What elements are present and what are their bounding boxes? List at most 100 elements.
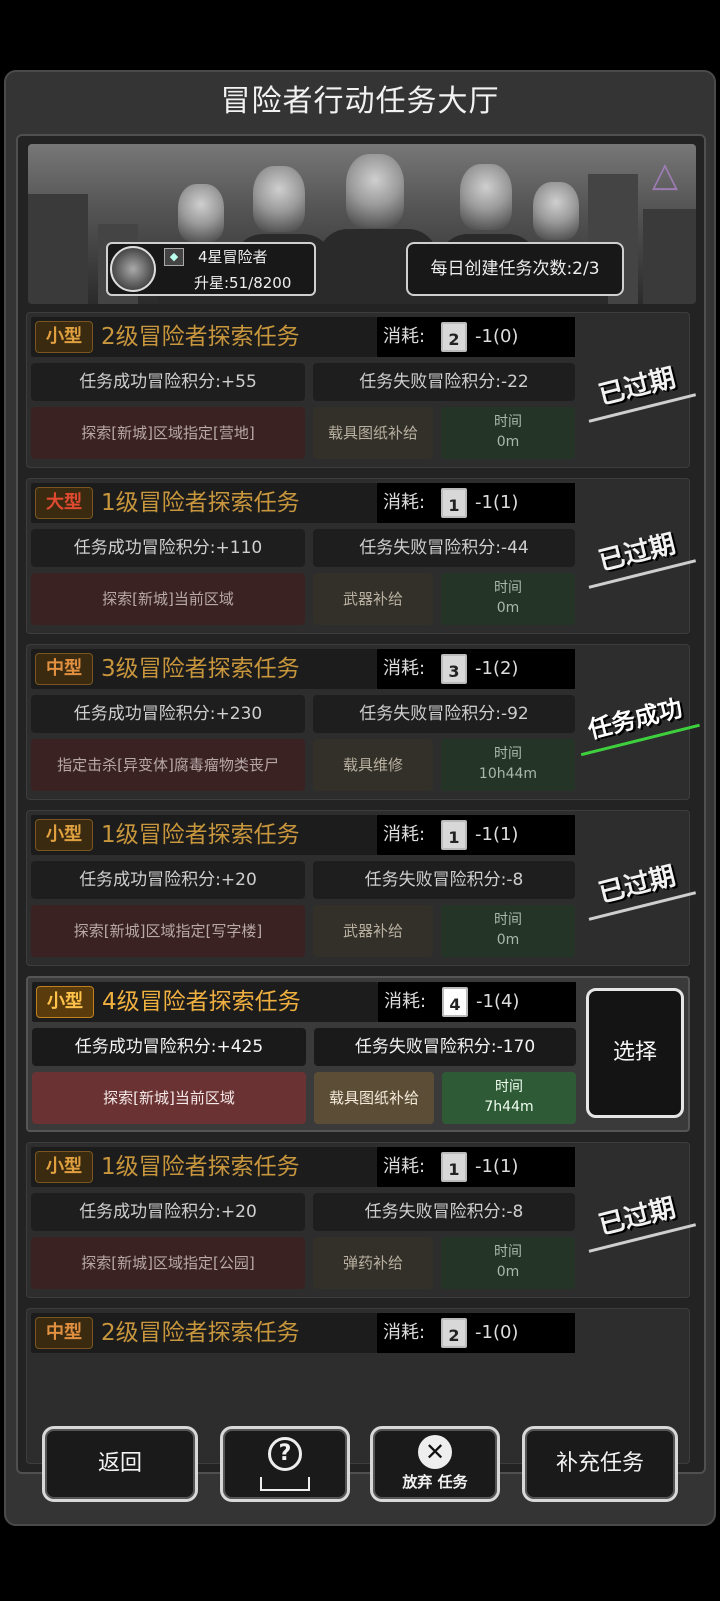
task-location: 探索[新城]区域指定[写字楼] — [31, 905, 305, 957]
task-location: 探索[新城]区域指定[公园] — [31, 1237, 305, 1289]
question-icon: ? — [268, 1437, 302, 1471]
time-value: 10h44m — [478, 766, 538, 782]
time-label: 时间 — [494, 580, 522, 596]
success-score: 任务成功冒险积分:+55 — [31, 363, 305, 401]
task-name: 2级冒险者探索任务 — [101, 1320, 300, 1346]
size-badge: 小型 — [36, 986, 94, 1018]
cost-value: -1(0) — [475, 326, 519, 347]
help-button[interactable]: ? — [220, 1426, 350, 1502]
time-value: 0m — [496, 434, 520, 450]
task-reward: 载具维修 — [313, 739, 433, 791]
time-label: 时间 — [494, 746, 522, 762]
time-value: 0m — [496, 600, 520, 616]
task-card[interactable]: 小型 2级冒险者探索任务 消耗: 2 -1(0) 任务成功冒险积分:+55 任务… — [26, 312, 697, 468]
task-name: 2级冒险者探索任务 — [101, 324, 300, 350]
level-card-icon: 2 — [441, 1318, 467, 1348]
level-card-icon: 3 — [441, 654, 467, 684]
abandon-label-b: 任务 — [437, 1473, 468, 1491]
task-reward: 武器补给 — [313, 905, 433, 957]
success-score: 任务成功冒险积分:+20 — [31, 861, 305, 899]
task-location: 探索[新城]当前区域 — [31, 573, 305, 625]
faction-icon: △ — [651, 155, 679, 195]
task-name: 4级冒险者探索任务 — [102, 989, 301, 1015]
abandon-label-a: 放弃 — [402, 1473, 433, 1491]
task-header: 中型 2级冒险者探索任务 — [31, 1313, 377, 1353]
success-score: 任务成功冒险积分:+425 — [32, 1028, 306, 1066]
task-card-active[interactable]: 小型 4级冒险者探索任务 消耗: 4 -1(4) 任务成功冒险积分:+425 任… — [26, 976, 690, 1132]
task-card[interactable]: 小型 1级冒险者探索任务 消耗: 1 -1(1) 任务成功冒险积分:+20 任务… — [26, 810, 697, 966]
fail-score: 任务失败冒险积分:-170 — [314, 1028, 576, 1066]
cost-label: 消耗: — [384, 991, 427, 1012]
cost-label: 消耗: — [383, 824, 426, 845]
task-header: 小型 4级冒险者探索任务 — [32, 982, 378, 1022]
cost-value: -1(0) — [475, 1322, 519, 1343]
cost-value: -1(1) — [475, 492, 519, 513]
size-badge: 中型 — [35, 1317, 93, 1349]
fail-score: 任务失败冒险积分:-22 — [313, 363, 575, 401]
cost-value: -1(1) — [475, 824, 519, 845]
task-name: 3级冒险者探索任务 — [101, 656, 300, 682]
task-name: 1级冒险者探索任务 — [101, 490, 300, 516]
time-box: 时间 0m — [441, 905, 575, 957]
time-label: 时间 — [495, 1079, 523, 1095]
status-text: 任务成功 — [585, 693, 686, 745]
task-location: 探索[新城]当前区域 — [32, 1072, 306, 1124]
task-reward: 载具图纸补给 — [313, 407, 433, 459]
size-badge: 大型 — [35, 487, 93, 519]
cost-label: 消耗: — [383, 492, 426, 513]
task-hall-panel: 冒险者行动任务大厅 △ ◆ 4星冒险者 升星:51/8200 每日创建任务次数:… — [4, 70, 716, 1526]
task-reward: 载具图纸补给 — [314, 1072, 434, 1124]
task-card[interactable]: 中型 3级冒险者探索任务 消耗: 3 -1(2) 任务成功冒险积分:+230 任… — [26, 644, 700, 800]
back-button[interactable]: 返回 — [42, 1426, 198, 1502]
task-frame: △ ◆ 4星冒险者 升星:51/8200 每日创建任务次数:2/3 小型 2级冒… — [16, 134, 706, 1474]
task-location: 探索[新城]区域指定[营地] — [31, 407, 305, 459]
fail-score: 任务失败冒险积分:-8 — [313, 861, 575, 899]
fail-score: 任务失败冒险积分:-8 — [313, 1193, 575, 1231]
level-card-icon: 1 — [441, 488, 467, 518]
level-card-icon: 4 — [442, 987, 468, 1017]
success-score: 任务成功冒险积分:+110 — [31, 529, 305, 567]
abandon-label: 放弃 任务 — [373, 1471, 497, 1493]
expired-stamp: 已过期 — [580, 524, 697, 589]
expired-stamp: 已过期 — [580, 1188, 697, 1253]
time-value: 0m — [496, 1264, 520, 1280]
task-card[interactable]: 大型 1级冒险者探索任务 消耗: 1 -1(1) 任务成功冒险积分:+110 任… — [26, 478, 697, 634]
task-header: 小型 2级冒险者探索任务 — [31, 317, 377, 357]
cost-label: 消耗: — [383, 326, 426, 347]
level-card-icon: 1 — [441, 1152, 467, 1182]
cost-label: 消耗: — [383, 658, 426, 679]
cost-label: 消耗: — [383, 1322, 426, 1343]
task-header: 大型 1级冒险者探索任务 — [31, 483, 377, 523]
cost-value: -1(1) — [475, 1156, 519, 1177]
task-name: 1级冒险者探索任务 — [101, 822, 300, 848]
cost-box: 消耗: 1 -1(1) — [377, 483, 575, 523]
cost-value: -1(4) — [476, 991, 520, 1012]
task-header: 小型 1级冒险者探索任务 — [31, 815, 377, 855]
status-text: 已过期 — [595, 529, 679, 578]
cost-box: 消耗: 2 -1(0) — [377, 317, 575, 357]
time-box: 时间 0m — [441, 573, 575, 625]
abandon-task-button[interactable]: ✕ 放弃 任务 — [370, 1426, 500, 1502]
time-box: 时间 10h44m — [441, 739, 575, 791]
task-header: 小型 1级冒险者探索任务 — [31, 1147, 377, 1187]
upstar-progress: 升星:51/8200 — [194, 274, 292, 292]
time-label: 时间 — [494, 912, 522, 928]
status-text: 已过期 — [595, 1193, 679, 1242]
time-label: 时间 — [494, 1244, 522, 1260]
cost-value: -1(2) — [475, 658, 519, 679]
level-card-icon: 2 — [441, 322, 467, 352]
time-box: 时间 0m — [441, 1237, 575, 1289]
task-card[interactable]: 小型 1级冒险者探索任务 消耗: 1 -1(1) 任务成功冒险积分:+20 任务… — [26, 1142, 697, 1298]
avatar[interactable] — [110, 246, 156, 292]
replenish-tasks-button[interactable]: 补充任务 — [522, 1426, 678, 1502]
task-location: 指定击杀[异变体]腐毒瘤物类丧尸 — [31, 739, 305, 791]
task-reward: 武器补给 — [313, 573, 433, 625]
player-info[interactable]: ◆ 4星冒险者 升星:51/8200 — [106, 242, 316, 296]
select-button[interactable]: 选择 — [586, 988, 684, 1118]
cost-label: 消耗: — [383, 1156, 426, 1177]
gem-icon: ◆ — [164, 248, 184, 266]
player-rank: 4星冒险者 — [198, 248, 268, 266]
task-header: 中型 3级冒险者探索任务 — [31, 649, 377, 689]
cost-box: 消耗: 2 -1(0) — [377, 1313, 575, 1353]
task-name: 1级冒险者探索任务 — [101, 1154, 300, 1180]
